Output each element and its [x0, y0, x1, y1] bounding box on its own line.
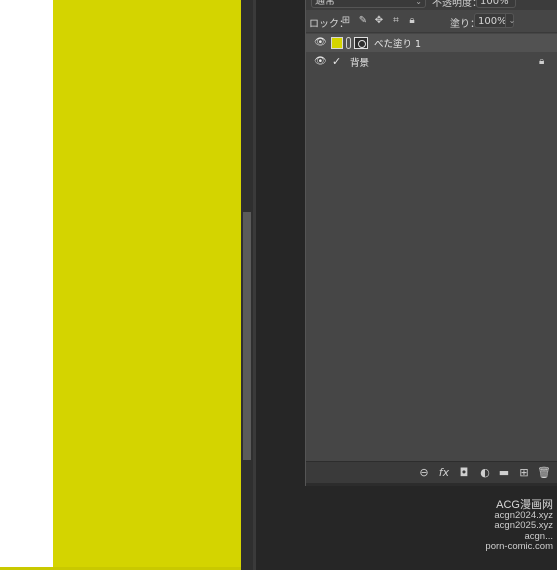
trash-icon[interactable]: 🗑︎ — [537, 466, 551, 480]
lock-position-icon[interactable]: ✥ — [373, 15, 385, 27]
new-layer-icon[interactable]: ⊞ — [517, 466, 531, 480]
lock-row: ロック： ⊞ ✎ ✥ ⌗ 🔒︎ 塗り： 100% ⌄ — [306, 10, 557, 33]
eye-icon[interactable]: 👁︎ — [314, 57, 327, 67]
blend-mode-value: 通常 — [315, 0, 335, 7]
link-icon[interactable]: ⊖ — [417, 466, 431, 480]
watermark: ACG漫画网 acgn2024.xyz acgn2025.xyz acgn...… — [485, 500, 553, 553]
lock-image-pixels-icon[interactable]: ✎ — [357, 15, 369, 27]
opacity-input[interactable]: 100% — [476, 0, 516, 8]
layers-panel: 通常 ⌄ 不透明度： 100% ロック： ⊞ ✎ ✥ ⌗ 🔒︎ 塗り： 100%… — [305, 0, 557, 486]
layers-panel-footer: ⊖ fx ◘ ◐ ▬ ⊞ 🗑︎ — [306, 461, 557, 484]
lock-transparent-pixels-icon[interactable]: ⊞ — [340, 15, 352, 27]
canvas-fill-area[interactable] — [53, 0, 241, 570]
group-folder-icon[interactable]: ▬ — [497, 466, 511, 480]
layer-name[interactable]: 背景 — [350, 55, 369, 69]
layer-name[interactable]: べた塗り 1 — [374, 36, 421, 50]
fx-icon[interactable]: fx — [437, 466, 451, 480]
fill-dropdown-icon[interactable]: ⌄ — [505, 14, 518, 27]
chevron-down-icon: ⌄ — [415, 0, 422, 6]
lock-artboard-icon[interactable]: ⌗ — [390, 15, 402, 27]
blend-row: 通常 ⌄ 不透明度： 100% — [306, 0, 557, 10]
layer-row-background[interactable]: 👁︎ ✓ 背景 🔒︎ — [306, 53, 557, 71]
opacity-label: 不透明度： — [432, 0, 482, 9]
eye-icon[interactable]: 👁︎ — [314, 38, 327, 48]
watermark-line: ACG漫画网 — [496, 499, 553, 511]
fill-layer-thumbnail[interactable] — [331, 37, 343, 49]
blend-mode-select[interactable]: 通常 ⌄ — [311, 0, 426, 8]
brush-icon: ✓ — [332, 55, 342, 68]
adjustment-layer-icon[interactable]: ◐ — [478, 466, 492, 480]
layer-lock-icon[interactable]: 🔒︎ — [539, 56, 544, 67]
mask-link-icon[interactable] — [346, 37, 351, 49]
panel-divider — [253, 0, 256, 570]
scrollbar-thumb[interactable] — [243, 212, 251, 460]
watermark-line: acgn2025.xyz — [494, 520, 553, 531]
layer-row-fill[interactable]: 👁︎ べた塗り 1 — [306, 34, 557, 52]
panel-bottom-edge — [306, 483, 557, 486]
canvas-white-area — [0, 0, 53, 570]
watermark-line: porn-comic.com — [485, 541, 553, 552]
add-mask-icon[interactable]: ◘ — [457, 466, 471, 480]
layer-mask-thumbnail[interactable] — [354, 37, 368, 49]
lock-all-icon[interactable]: 🔒︎ — [406, 15, 418, 27]
